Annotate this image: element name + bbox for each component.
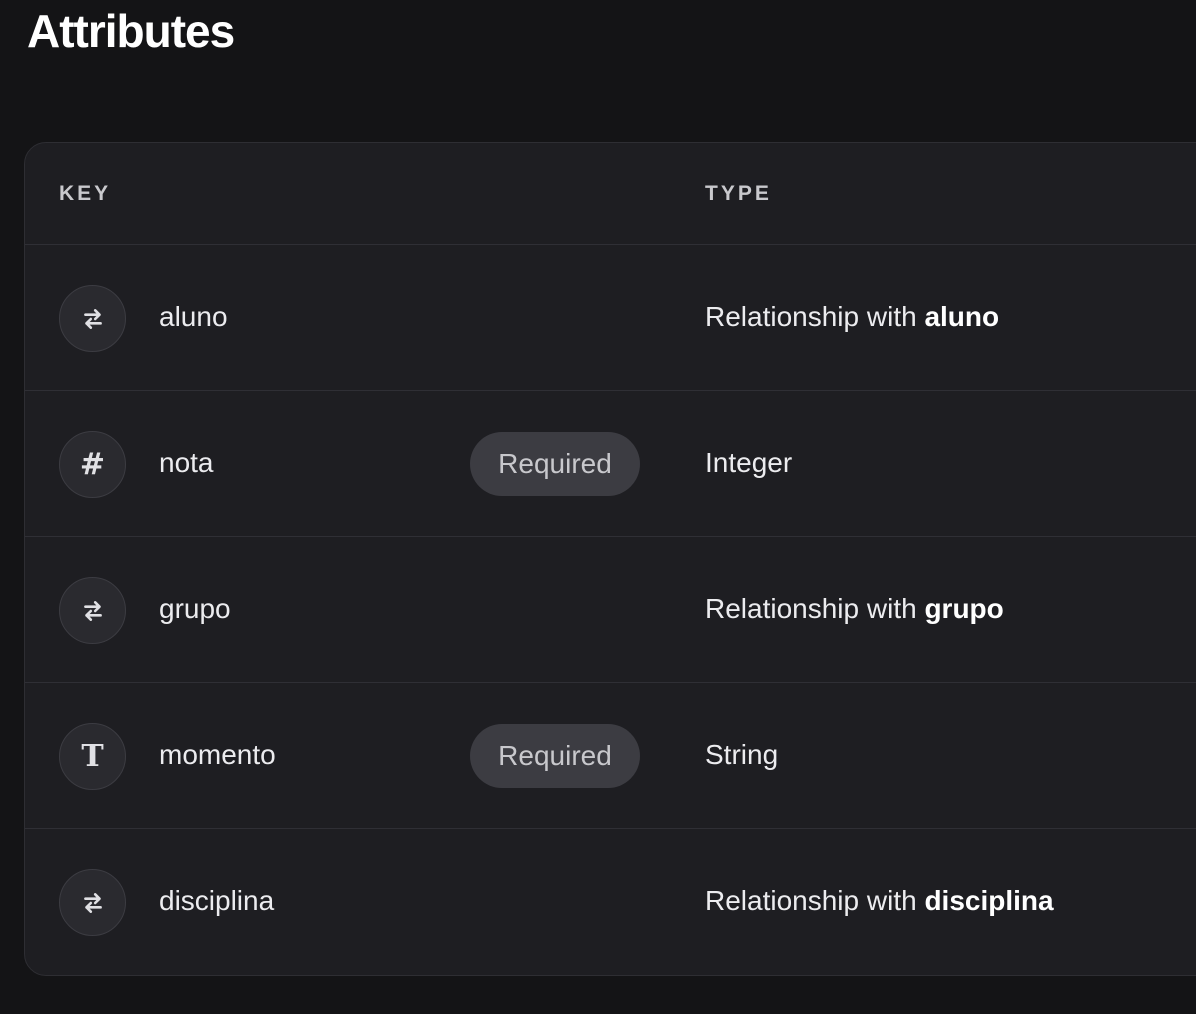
attribute-type: Relationship with disciplina <box>705 885 1054 916</box>
table-row[interactable]: # nota Required Integer <box>25 391 1196 537</box>
table-row[interactable]: grupo Relationship with grupo <box>25 537 1196 683</box>
attribute-type: String <box>705 739 779 770</box>
attributes-table: KEY TYPE aluno Relationship with aluno #… <box>24 142 1196 976</box>
text-t-icon: T <box>59 723 126 790</box>
attribute-key: disciplina <box>159 885 275 916</box>
attribute-key: nota <box>159 447 214 478</box>
required-badge: Required <box>470 724 640 788</box>
hash-icon: # <box>59 431 126 498</box>
column-header-key: KEY <box>59 181 112 205</box>
page-title: Attributes <box>27 5 235 57</box>
table-header: KEY TYPE <box>25 143 1196 245</box>
attribute-key: momento <box>159 739 276 770</box>
attribute-type: Relationship with aluno <box>705 301 1000 332</box>
relationship-arrows-icon <box>59 577 126 644</box>
relationship-arrows-icon <box>59 285 126 352</box>
attribute-type: Integer <box>705 447 793 478</box>
attribute-key: grupo <box>159 593 231 624</box>
attribute-key: aluno <box>159 301 228 332</box>
table-row[interactable]: disciplina Relationship with disciplina <box>25 829 1196 975</box>
attribute-type: Relationship with grupo <box>705 593 1004 624</box>
required-badge: Required <box>470 432 640 496</box>
table-row[interactable]: T momento Required String <box>25 683 1196 829</box>
table-row[interactable]: aluno Relationship with aluno <box>25 245 1196 391</box>
column-header-type: TYPE <box>705 181 772 205</box>
relationship-arrows-icon <box>59 869 126 936</box>
